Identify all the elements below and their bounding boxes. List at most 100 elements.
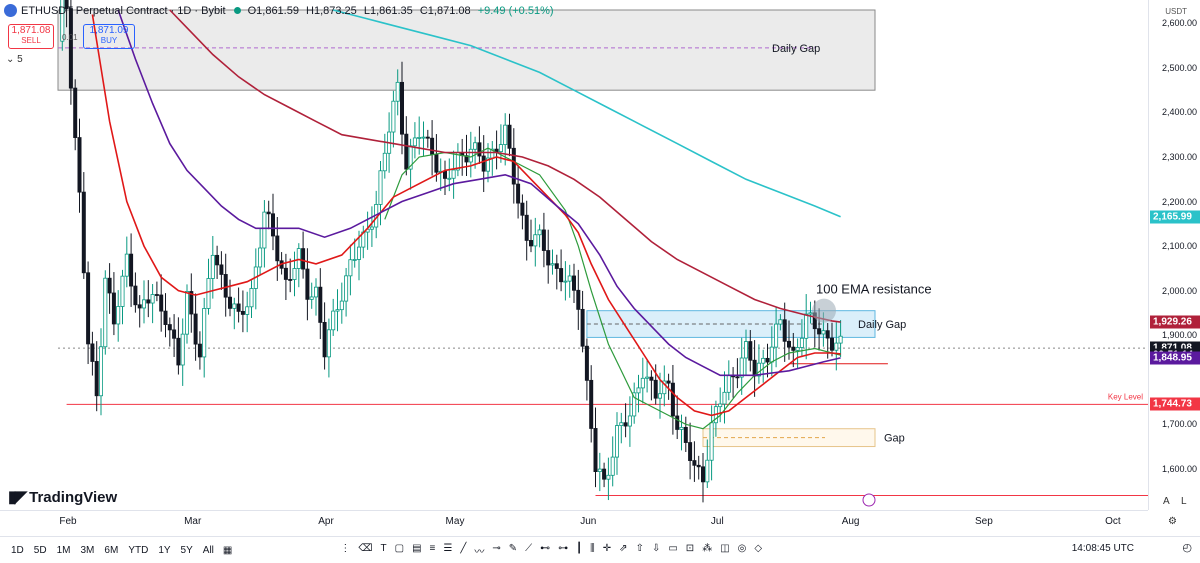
fib-icon[interactable]: ≡ [430,543,436,558]
auto-scale-button[interactable]: A [1163,496,1170,507]
timeframe-ytd[interactable]: YTD [128,545,148,556]
candle-body [498,144,503,153]
timeframe-all[interactable]: All [203,545,214,556]
settings-gear-icon[interactable]: ⚙ [1168,516,1177,527]
time-axis[interactable]: Feb Mar Apr May Jun Jul Aug Sep Oct ⚙ [0,510,1177,535]
long-position-icon[interactable]: ⇗ [619,543,627,558]
ray-icon[interactable]: ⟋ [525,543,532,558]
parallel-icon[interactable]: ☰ [443,543,452,558]
candle-body [658,393,663,399]
candle-body [219,264,224,275]
candle-body [748,341,753,361]
candle-body [563,280,568,283]
vertical-line-icon[interactable]: ┃ [576,543,582,558]
timeframe-5d[interactable]: 5D [34,545,47,556]
price-tick: 1,600.00 [1161,463,1197,474]
price-chart[interactable]: Daily Gap Daily Gap 100 EMA resistance Gap K… [0,0,1148,510]
candle-body [507,124,512,149]
candle-body [503,124,508,145]
timezone-globe-icon[interactable]: ◴ [1182,541,1192,554]
candle-body [580,308,585,347]
utc-clock[interactable]: 14:08:45 UTC [1072,543,1134,554]
price-axis[interactable]: USDT 2,600.00 2,500.00 2,400.00 2,300.00 2,2… [1148,0,1200,510]
horizontal-ray-icon[interactable]: ⊷ [540,543,550,558]
candle-body [735,376,740,379]
candle-body [649,376,654,381]
path-icon[interactable]: 〰 [474,543,484,558]
candle-body [305,268,310,300]
comment-icon[interactable]: ◫ [720,543,729,558]
node-icon[interactable]: ◇ [754,543,762,558]
brush-icon[interactable]: ✎ [509,543,517,558]
candle-body [313,286,318,298]
currency-label[interactable]: USDT [1165,7,1187,16]
candle-body [434,154,439,173]
candle-body [567,275,572,282]
candle-body [817,328,822,335]
price-badge: 1,848.95 [1150,351,1200,365]
candle-body [584,345,589,381]
daily-gap-top-label: Daily Gap [772,43,820,55]
text-tool-icon[interactable]: T [381,543,387,558]
candle-body [761,357,766,364]
candle-body [159,294,164,312]
indicators-toggle[interactable]: ⌄ 5 [6,54,23,65]
crosshair-icon[interactable]: ✛ [603,543,611,558]
candle-body [623,422,628,427]
candle-body [283,267,288,280]
candle-body [184,291,189,335]
candle-body [619,422,624,426]
candle-body [744,341,749,359]
horizontal-line-icon[interactable]: ⊶ [558,543,568,558]
candle-body [236,303,241,312]
candle-body [352,259,357,261]
timeframe-5y[interactable]: 5Y [181,545,193,556]
timeframe-1d[interactable]: 1D [11,545,24,556]
channel-icon[interactable]: ▤ [412,543,421,558]
symbol-title[interactable]: ETHUSDT Perpetual Contract · 1D · Bybit [21,5,226,17]
buy-button[interactable]: 1,871.09 BUY [83,24,135,49]
sell-price: 1,871.08 [11,25,51,36]
candle-body [791,346,796,351]
timeframe-1m[interactable]: 1M [57,545,71,556]
candle-body [709,422,714,461]
candle-body [86,272,91,345]
candle-body [537,229,542,236]
candle-body [838,335,843,344]
candle-body [683,426,688,443]
timeframe-1y[interactable]: 1Y [158,545,170,556]
candle-body [477,142,482,157]
price-tick: 2,500.00 [1161,62,1197,73]
candle-body [288,279,293,281]
ohlc-change: +9.49 (+0.51%) [477,4,554,17]
cursor-icon[interactable]: ⋮ [340,543,350,558]
timeframe-3m[interactable]: 3M [81,545,95,556]
log-scale-button[interactable]: L [1181,496,1187,507]
bars-pattern-icon[interactable]: ⫼ [590,543,595,558]
callout-icon[interactable]: ▭ [668,543,677,558]
pattern-icon[interactable]: ⁂ [702,543,712,558]
chart-plot-area[interactable]: Daily Gap Daily Gap 100 EMA resistance Gap K… [0,0,1148,510]
candle-body [606,474,611,480]
ohlc-high: H1,873.25 [306,4,357,17]
rectangle-icon[interactable]: ▢ [395,543,404,558]
candle-body [417,137,422,139]
candle-body [799,337,804,348]
pitchfork-icon[interactable]: ⊸ [492,543,500,558]
eraser-icon[interactable]: ⌫ [358,543,372,558]
arrow-down-icon[interactable]: ⇩ [652,543,660,558]
trendline-icon[interactable]: ╱ [460,543,466,558]
candle-body [369,226,374,230]
target-icon[interactable]: ◎ [738,543,747,558]
arrow-up-icon[interactable]: ⇧ [636,543,644,558]
daily-gap-mid-label: Daily Gap [858,319,906,331]
buy-price: 1,871.09 [89,25,129,36]
candle-body [520,202,525,216]
price-tick: 2,100.00 [1161,241,1197,252]
price-tick: 2,400.00 [1161,107,1197,118]
candle-body [227,296,232,309]
timeframe-6m[interactable]: 6M [104,545,118,556]
sell-button[interactable]: 1,871.08 SELL [8,24,54,49]
note-icon[interactable]: ⊡ [686,543,694,558]
calendar-icon[interactable]: ▦ [223,545,232,556]
